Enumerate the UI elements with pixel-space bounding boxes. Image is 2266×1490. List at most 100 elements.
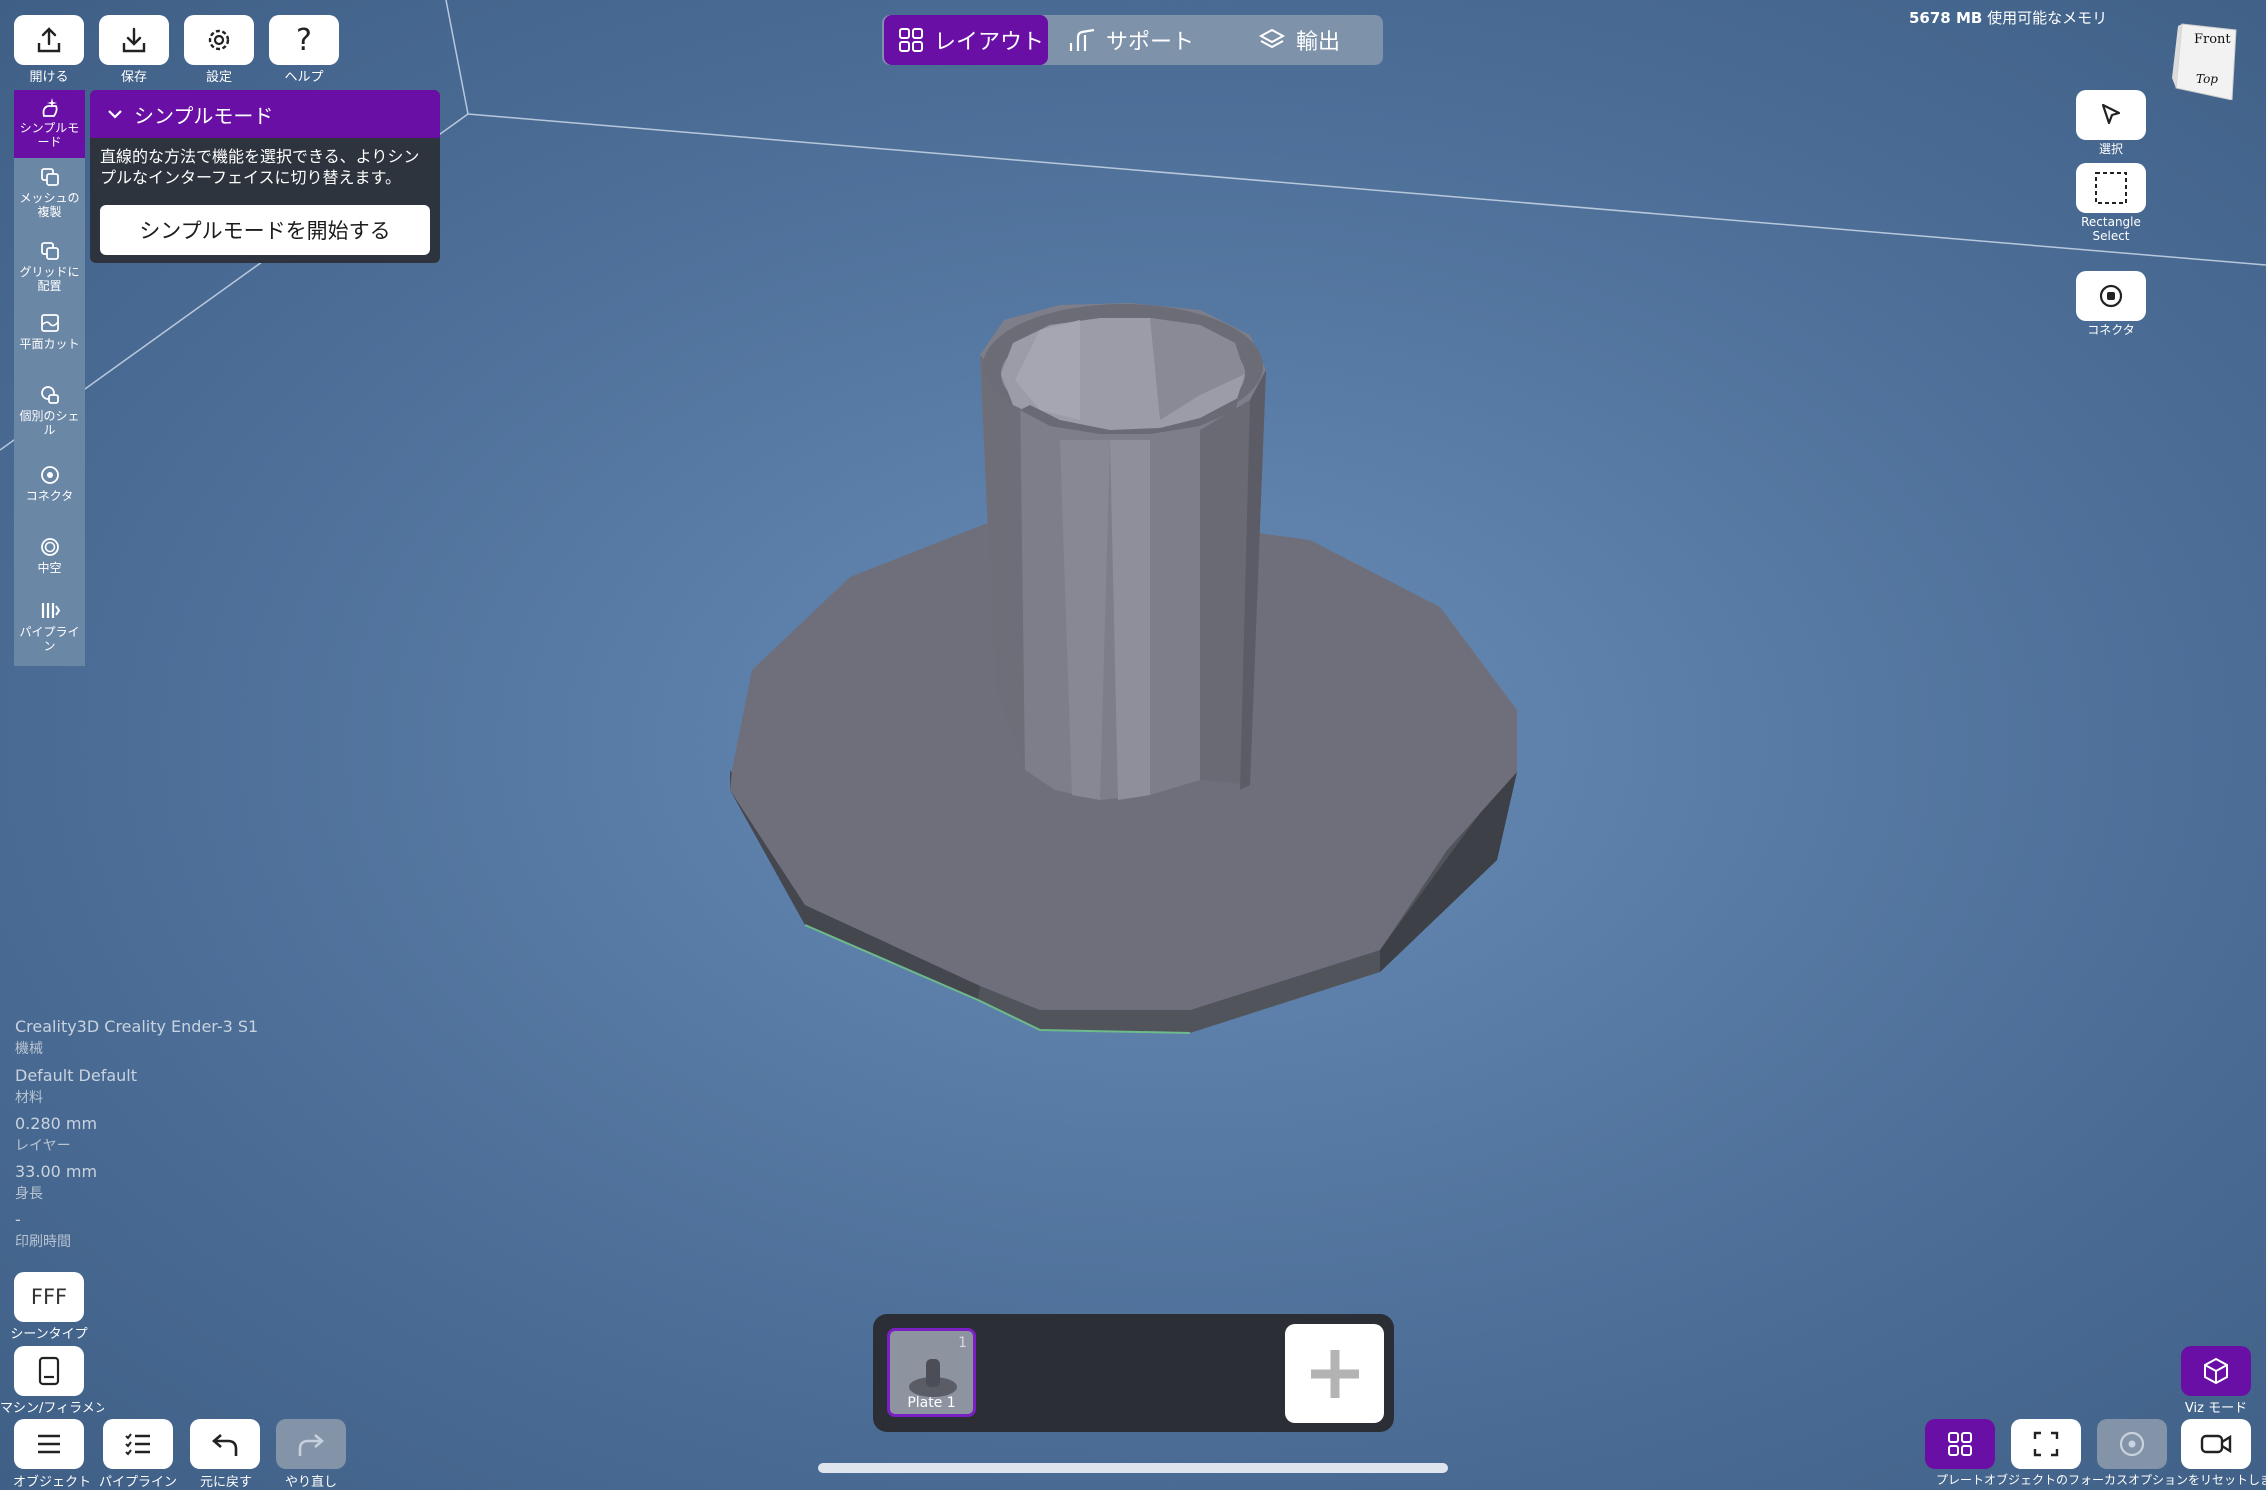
plates-view-button[interactable] xyxy=(1925,1419,1995,1469)
settings-label: 設定 xyxy=(205,70,232,85)
grid-icon xyxy=(899,28,923,52)
plate-thumbnail[interactable]: 1 Plate 1 xyxy=(887,1328,976,1417)
objects-button[interactable] xyxy=(14,1419,84,1469)
tool-grid-place[interactable]: グリッドに配置 xyxy=(14,240,85,293)
tab-support-label: サポート xyxy=(1106,30,1195,55)
tool-mesh-copy-label: メッシュの複製 xyxy=(19,191,80,219)
tool-connector[interactable]: コネクタ xyxy=(14,464,85,503)
open-label: 開ける xyxy=(29,70,69,85)
home-indicator xyxy=(818,1463,1448,1473)
printer-icon xyxy=(38,1356,60,1386)
plate-name: Plate 1 xyxy=(907,1395,956,1411)
tool-hollow[interactable]: 中空 xyxy=(14,536,85,575)
undo-icon xyxy=(212,1434,238,1456)
objects-label: オブジェクト xyxy=(13,1475,92,1490)
start-simple-mode-button[interactable]: シンプルモードを開始する xyxy=(100,205,430,255)
tool-mesh-copy[interactable]: メッシュの複製 xyxy=(14,166,85,219)
tab-export-label: 輸出 xyxy=(1296,30,1341,55)
tool-simple-mode[interactable]: シンプルモード xyxy=(14,90,85,158)
simple-mode-panel: シンプルモード 直線的な方法で機能を選択できる、よりシンプルなインターフェイスに… xyxy=(90,90,440,263)
save-button[interactable] xyxy=(99,15,169,65)
tool-pipeline-label: パイプライン xyxy=(19,625,80,653)
layer-label: レイヤー xyxy=(15,1138,71,1154)
left-toolbar: シンプルモード メッシュの複製 グリッドに配置 平面カット 個別のシェル コネク… xyxy=(14,90,85,666)
layers-icon xyxy=(1258,28,1286,49)
tab-support[interactable]: サポート xyxy=(1068,15,1218,65)
machine-label: 機械 xyxy=(15,1041,43,1057)
pipeline-button[interactable] xyxy=(103,1419,173,1469)
scene-type-button[interactable]: FFF xyxy=(14,1272,84,1322)
height-value: 33.00 mm xyxy=(15,1162,98,1181)
layer-value: 0.280 mm xyxy=(15,1114,98,1133)
tool-separate-shell-label: 個別のシェル xyxy=(19,409,80,437)
memory-label: 使用可能なメモリ xyxy=(1987,9,2108,27)
panel-description: 直線的な方法で機能を選択できる、よりシンプルなインターフェイスに切り替えます。 xyxy=(100,147,420,187)
focus-frame-icon xyxy=(2033,1431,2059,1457)
cursor-icon xyxy=(2101,103,2121,125)
connector-tool-button[interactable] xyxy=(2076,271,2146,321)
plate-tray: 1 Plate 1 xyxy=(873,1314,1394,1432)
rect-select-icon xyxy=(2095,172,2127,204)
shells-icon xyxy=(40,386,59,404)
camera-reset-button[interactable] xyxy=(2181,1419,2251,1469)
tab-layout[interactable]: レイアウト xyxy=(884,15,1048,65)
support-icon xyxy=(1069,28,1095,51)
panel-title: シンプルモード xyxy=(134,103,274,128)
help-label: ヘルプ xyxy=(284,70,324,85)
tool-grid-place-label: グリッドに配置 xyxy=(19,265,80,293)
redo-icon xyxy=(298,1434,324,1456)
tool-plane-cut-label: 平面カット xyxy=(19,337,80,351)
plate-model-preview xyxy=(909,1359,957,1397)
viz-mode-button[interactable] xyxy=(2181,1346,2251,1396)
model-object[interactable] xyxy=(730,303,1517,1034)
pipeline-icon xyxy=(41,603,60,618)
help-button[interactable]: ? xyxy=(269,15,339,65)
focus-option-button[interactable] xyxy=(2097,1419,2167,1469)
view-cube-top: Top xyxy=(2196,72,2218,86)
height-label: 身長 xyxy=(15,1186,43,1202)
build-volume-edge xyxy=(445,0,469,115)
tool-pipeline[interactable]: パイプライン xyxy=(14,600,85,653)
connector-tool-label: コネクタ xyxy=(2087,323,2135,337)
undo-label: 元に戻す xyxy=(199,1475,252,1490)
select-tool-label: 選択 xyxy=(2098,142,2123,156)
settings-button[interactable] xyxy=(184,15,254,65)
open-button[interactable] xyxy=(14,15,84,65)
machine-filament-label: マシン/フィラメント xyxy=(0,1401,104,1416)
tab-export[interactable]: 輸出 xyxy=(1258,15,1378,65)
tool-simple-mode-label: シンプルモード xyxy=(19,121,80,149)
help-icon: ? xyxy=(296,22,312,58)
tool-plane-cut[interactable]: 平面カット xyxy=(14,312,85,351)
tool-hollow-label: 中空 xyxy=(37,561,62,575)
tool-separate-shell[interactable]: 個別のシェル xyxy=(14,384,85,437)
material-label: 材料 xyxy=(15,1090,43,1106)
redo-label: やり直し xyxy=(284,1475,337,1490)
sparkle-hand-icon xyxy=(42,98,58,117)
plus-icon xyxy=(1310,1349,1359,1398)
build-volume-edge xyxy=(467,113,2266,266)
download-icon xyxy=(122,27,146,53)
bottom-right-footer: プレートオブジェクトのフォーカスオプションをリセットします xyxy=(1936,1473,2266,1487)
rect-select-button[interactable] xyxy=(2076,163,2146,213)
cube-icon xyxy=(2204,1357,2228,1385)
connector-icon xyxy=(40,466,59,484)
print-time-value: - xyxy=(15,1210,21,1229)
arrange-icon xyxy=(40,242,59,260)
gear-icon xyxy=(208,29,230,51)
focus-object-button[interactable] xyxy=(2011,1419,2081,1469)
machine-filament-button[interactable] xyxy=(14,1346,84,1396)
grid-icon xyxy=(1948,1432,1972,1456)
hollow-icon xyxy=(40,538,59,556)
viz-mode-label: Viz モード xyxy=(2184,1401,2248,1416)
material-value: Default Default xyxy=(15,1066,138,1085)
connector-icon xyxy=(2099,284,2123,308)
add-plate-button[interactable] xyxy=(1285,1324,1384,1423)
redo-button[interactable] xyxy=(276,1419,346,1469)
plate-number: 1 xyxy=(958,1335,967,1351)
mode-tabs: レイアウト サポート 輸出 xyxy=(882,15,1383,65)
select-tool-button[interactable] xyxy=(2076,90,2146,140)
panel-header[interactable]: シンプルモード xyxy=(90,90,440,138)
view-cube[interactable]: Front Top xyxy=(2172,18,2240,101)
tab-layout-label: レイアウト xyxy=(934,30,1045,55)
undo-button[interactable] xyxy=(190,1419,260,1469)
